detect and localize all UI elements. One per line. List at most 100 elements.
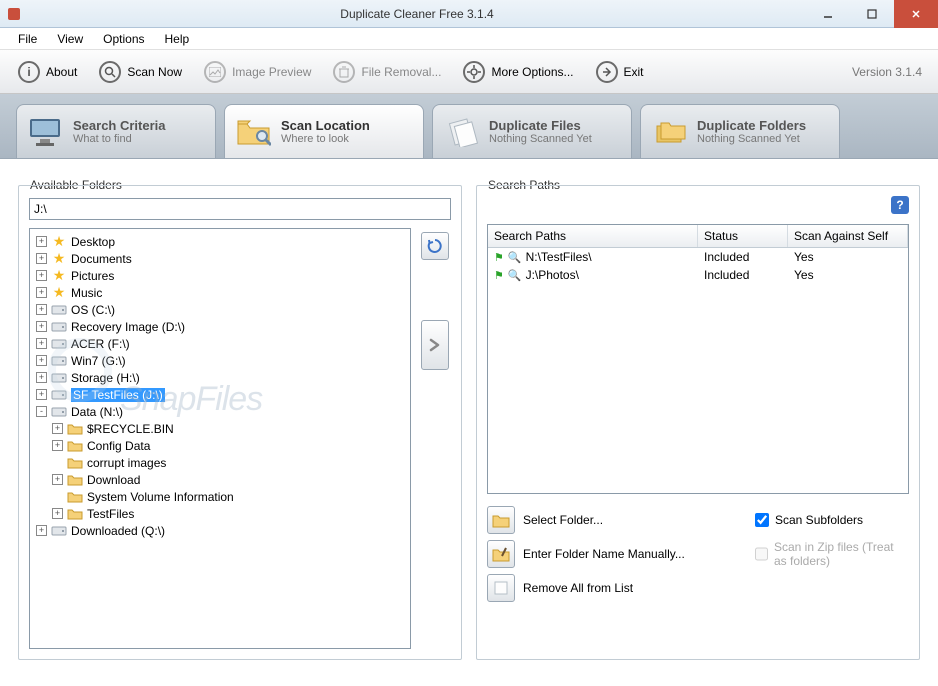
menu-view[interactable]: View [47, 29, 93, 49]
scan-subfolders-checkbox[interactable]: Scan Subfolders [755, 513, 909, 527]
expander-icon[interactable]: + [36, 389, 47, 400]
magnifier-icon: 🔍 [508, 269, 522, 282]
expander-icon[interactable]: + [36, 321, 47, 332]
tab-duplicate-folders[interactable]: Duplicate FoldersNothing Scanned Yet [640, 104, 840, 158]
expander-icon[interactable]: + [52, 508, 63, 519]
drive-icon [51, 387, 67, 403]
search-paths-table: Search Paths Status Scan Against Self ⚑🔍… [487, 224, 909, 494]
scan-now-button[interactable]: Scan Now [91, 57, 190, 87]
close-button[interactable] [894, 0, 938, 28]
remove-all-button[interactable]: Remove All from List [487, 574, 747, 602]
folder-path-input[interactable] [29, 198, 451, 220]
folder-icon [67, 489, 83, 505]
menu-file[interactable]: File [8, 29, 47, 49]
tab-title: Duplicate Folders [697, 118, 806, 133]
header-status[interactable]: Status [698, 225, 788, 247]
select-folder-button[interactable]: Select Folder... [487, 506, 747, 534]
tree-node[interactable]: +SF TestFiles (J:\) [32, 386, 408, 403]
self-text: Yes [788, 268, 908, 282]
expander-icon[interactable]: + [36, 287, 47, 298]
tab-subtitle: What to find [73, 133, 166, 145]
tab-duplicate-files[interactable]: Duplicate FilesNothing Scanned Yet [432, 104, 632, 158]
image-preview-label: Image Preview [232, 65, 311, 79]
path-row[interactable]: ⚑🔍N:\TestFiles\IncludedYes [488, 248, 908, 266]
search-icon [99, 61, 121, 83]
expander-icon[interactable]: + [52, 440, 63, 451]
expander-icon[interactable]: + [36, 338, 47, 349]
tree-node[interactable]: + ★ Pictures [32, 267, 408, 284]
tree-node[interactable]: + Downloaded (Q:\) [32, 522, 408, 539]
tree-node[interactable]: + ★ Desktop [32, 233, 408, 250]
drive-icon [51, 404, 67, 420]
expander-icon[interactable]: + [52, 423, 63, 434]
expander-icon[interactable]: + [36, 355, 47, 366]
tab-subtitle: Nothing Scanned Yet [697, 133, 806, 145]
table-body[interactable]: ⚑🔍N:\TestFiles\IncludedYes⚑🔍J:\Photos\In… [488, 248, 908, 493]
exit-button[interactable]: Exit [588, 57, 652, 87]
drive-icon [51, 370, 67, 386]
info-icon: i [18, 61, 40, 83]
more-options-button[interactable]: More Options... [455, 57, 581, 87]
tree-node[interactable]: +★Documents [32, 250, 408, 267]
menu-help[interactable]: Help [155, 29, 200, 49]
header-self[interactable]: Scan Against Self [788, 225, 908, 247]
maximize-button[interactable] [850, 0, 894, 28]
tree-label: Pictures [71, 269, 114, 283]
star-icon: ★ [51, 285, 67, 301]
tree-node[interactable]: +Storage (H:\) [32, 369, 408, 386]
header-path[interactable]: Search Paths [488, 225, 698, 247]
folders-icon [651, 114, 687, 150]
expander-icon[interactable]: + [36, 372, 47, 383]
tree-label: TestFiles [87, 507, 134, 521]
path-text: J:\Photos\ [526, 268, 579, 282]
tree-node[interactable]: + Config Data [48, 437, 408, 454]
flag-icon: ⚑ [494, 251, 504, 264]
expander-icon[interactable]: + [36, 253, 47, 264]
tree-label: Config Data [87, 439, 150, 453]
tabs-row: Search CriteriaWhat to find Scan Locatio… [0, 94, 938, 158]
folder-icon [67, 455, 83, 471]
expander-icon[interactable]: + [36, 236, 47, 247]
path-row[interactable]: ⚑🔍J:\Photos\IncludedYes [488, 266, 908, 284]
tree-node[interactable]: + Win7 (G:\) [32, 352, 408, 369]
tree-node[interactable]: +Recovery Image (D:\) [32, 318, 408, 335]
tab-scan-location[interactable]: Scan LocationWhere to look [224, 104, 424, 158]
menu-options[interactable]: Options [93, 29, 154, 49]
enter-folder-manually-button[interactable]: Enter Folder Name Manually... [487, 540, 747, 568]
tab-search-criteria[interactable]: Search CriteriaWhat to find [16, 104, 216, 158]
drive-icon [51, 523, 67, 539]
expander-icon[interactable]: + [36, 304, 47, 315]
star-icon: ★ [51, 268, 67, 284]
tree-node[interactable]: + TestFiles [48, 505, 408, 522]
tree-label: Desktop [71, 235, 115, 249]
blank-sheet-icon [487, 574, 515, 602]
folder-search-icon [235, 114, 271, 150]
refresh-button[interactable] [421, 232, 449, 260]
remove-all-label: Remove All from List [523, 581, 633, 595]
tree-label: Downloaded (Q:\) [71, 524, 165, 538]
tree-node[interactable]: +★Music [32, 284, 408, 301]
folder-tree[interactable]: +★Desktop+★Documents+★Pictures+★Music+OS… [29, 228, 411, 649]
expander-icon[interactable]: + [36, 270, 47, 281]
help-button[interactable]: ? [891, 196, 909, 214]
add-to-paths-button[interactable] [421, 320, 449, 370]
tree-node[interactable]: +Download [48, 471, 408, 488]
tree-node[interactable]: -Data (N:\) [32, 403, 408, 420]
tree-label: Win7 (G:\) [71, 354, 126, 368]
tree-node[interactable]: System Volume Information [48, 488, 408, 505]
minimize-button[interactable] [806, 0, 850, 28]
tree-node[interactable]: +$RECYCLE.BIN [48, 420, 408, 437]
tree-node[interactable]: +ACER (F:\) [32, 335, 408, 352]
available-folders-panel: Available Folders +★Desktop+★Documents+★… [18, 171, 462, 660]
title-bar: Duplicate Cleaner Free 3.1.4 [0, 0, 938, 28]
star-icon: ★ [51, 234, 67, 250]
tree-node[interactable]: +OS (C:\) [32, 301, 408, 318]
expander-icon[interactable]: - [36, 406, 47, 417]
expander-icon[interactable]: + [36, 525, 47, 536]
toolbar: iAbout Scan Now Image Preview File Remov… [0, 50, 938, 94]
about-button[interactable]: iAbout [10, 57, 85, 87]
flag-icon: ⚑ [494, 269, 504, 282]
image-preview-button: Image Preview [196, 57, 319, 87]
expander-icon[interactable]: + [52, 474, 63, 485]
tree-node[interactable]: corrupt images [48, 454, 408, 471]
